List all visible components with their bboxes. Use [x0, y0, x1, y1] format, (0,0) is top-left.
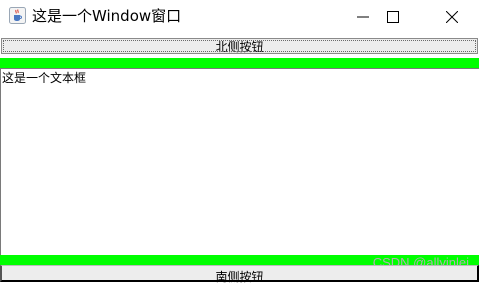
- title-bar[interactable]: 这是一个Window窗口: [0, 0, 479, 33]
- maximize-button[interactable]: [370, 0, 416, 33]
- window-title: 这是一个Window窗口: [32, 7, 182, 25]
- south-button[interactable]: 南侧按钮: [0, 265, 479, 284]
- minimize-icon: [357, 16, 369, 17]
- java-cup-icon: [9, 7, 26, 24]
- close-icon: [446, 10, 458, 23]
- north-button[interactable]: 北侧按钮: [1, 38, 478, 54]
- green-divider-top: [0, 58, 479, 68]
- text-area[interactable]: 这是一个文本框: [0, 68, 479, 255]
- maximize-icon: [387, 10, 399, 23]
- close-button[interactable]: [429, 0, 475, 33]
